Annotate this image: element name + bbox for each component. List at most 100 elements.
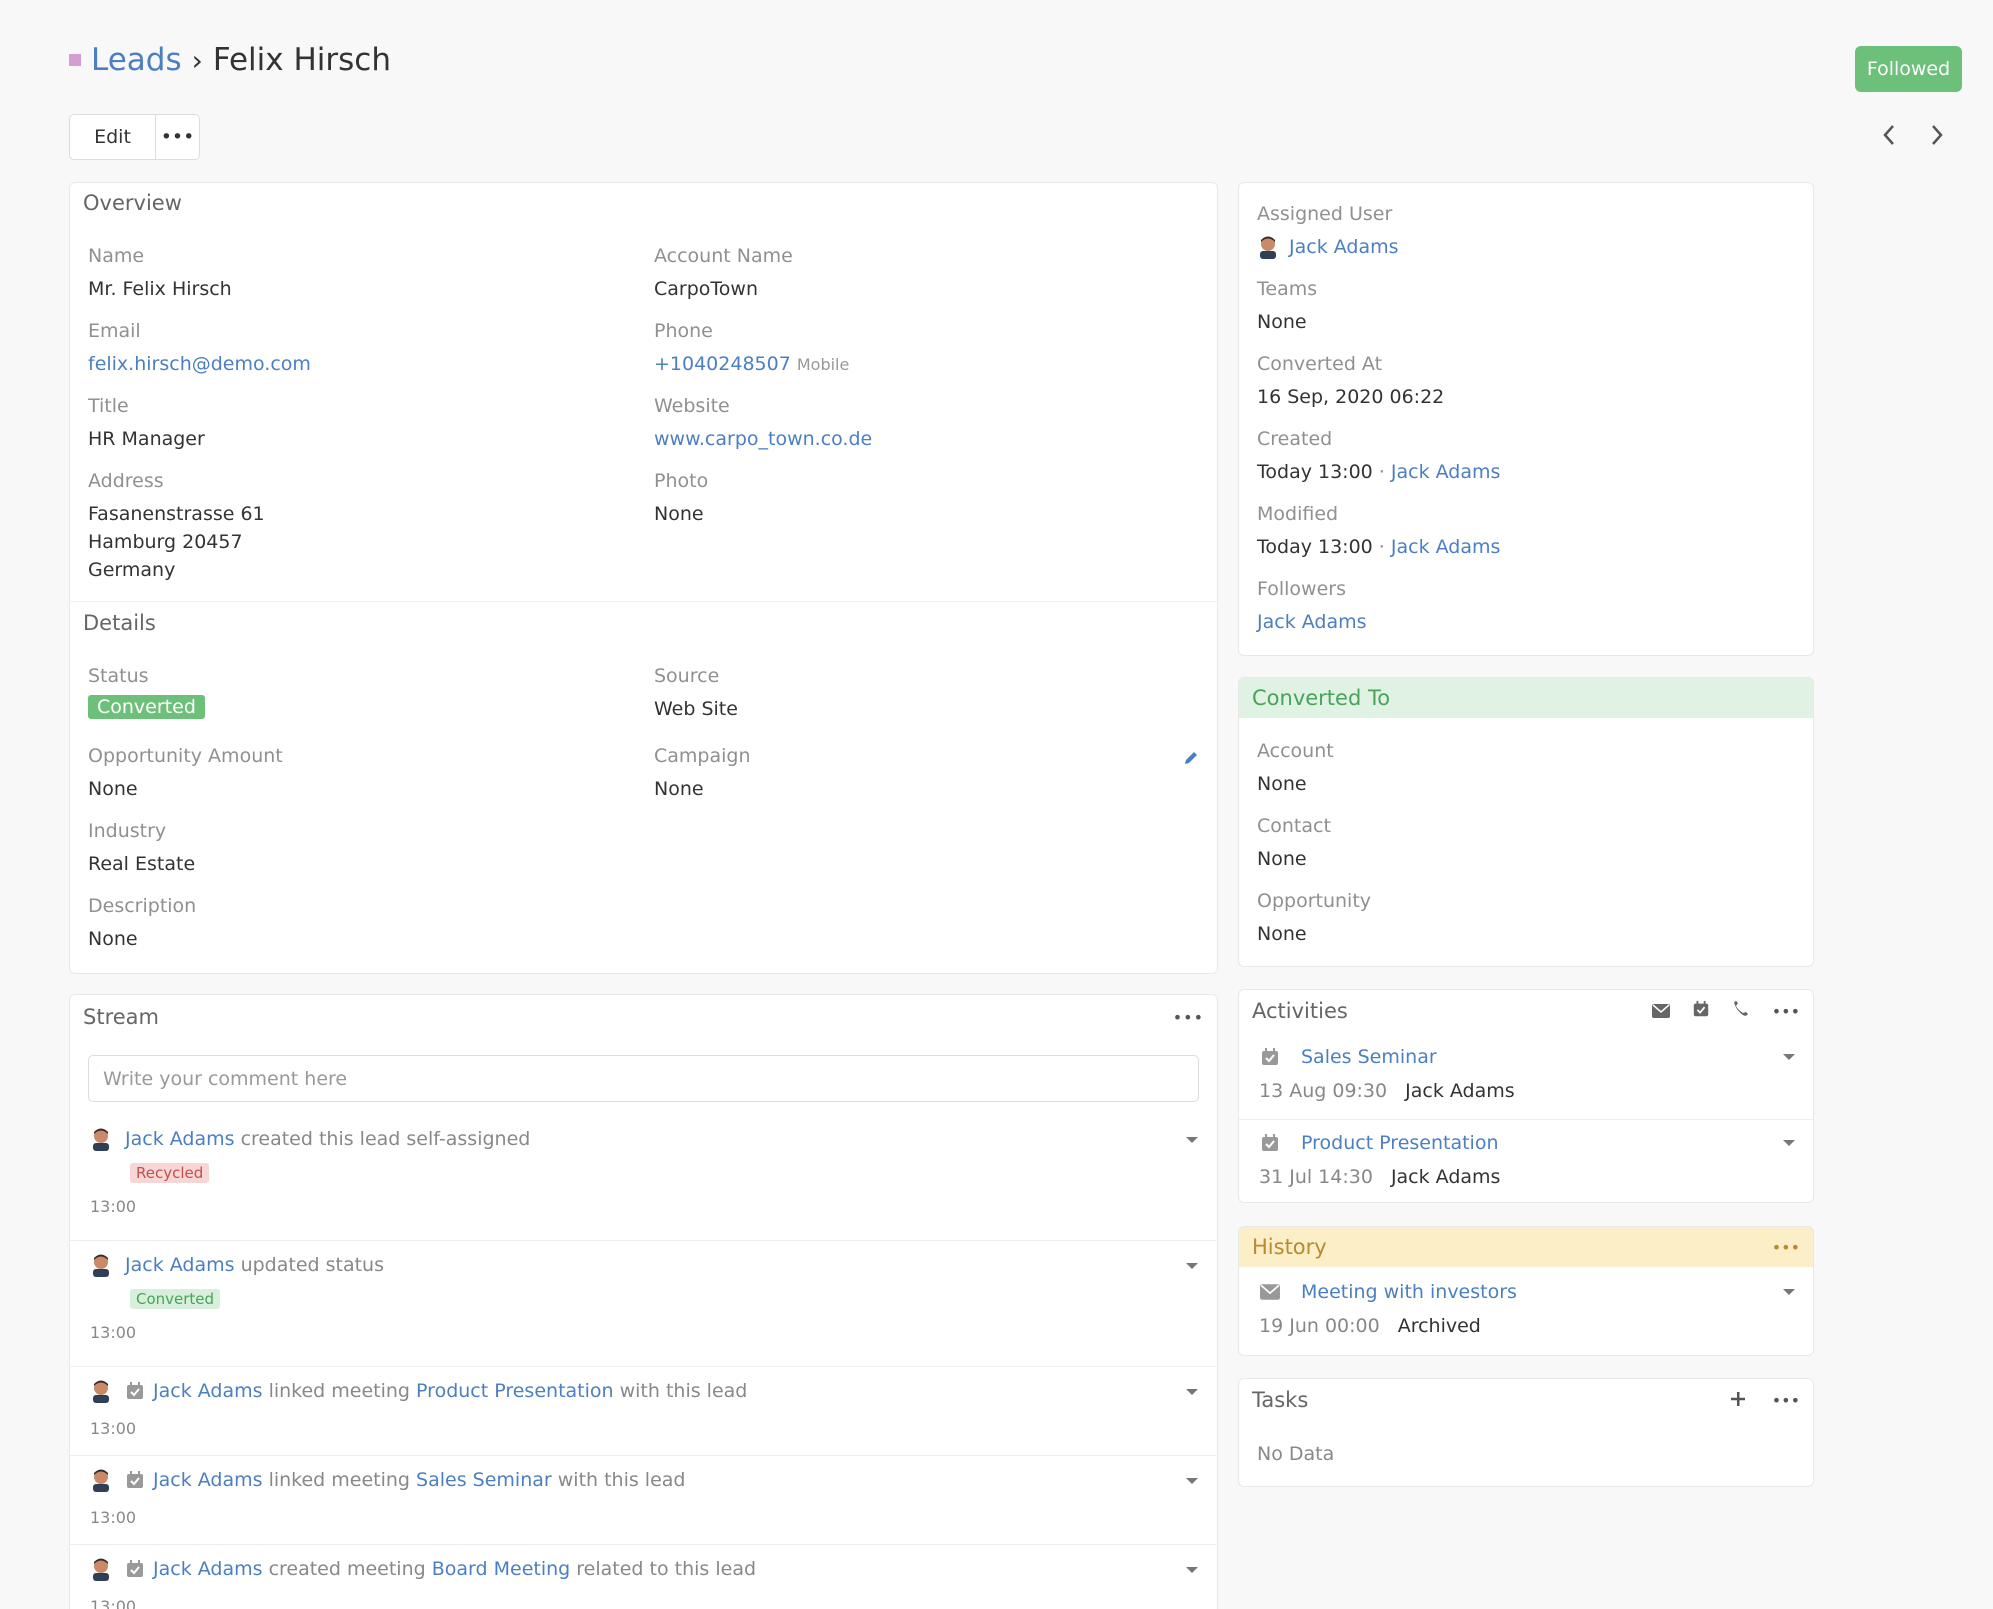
stream-item: Jack Adams created meeting Board Meeting… (70, 1544, 1216, 1609)
stream-user-link[interactable]: Jack Adams (125, 1128, 235, 1150)
meeting-link[interactable]: Product Presentation (416, 1380, 614, 1402)
record-action-buttons: Edit ••• (69, 114, 200, 160)
phone-link[interactable]: +1040248507 (654, 353, 791, 375)
email-icon (1259, 1281, 1281, 1303)
modified-field: Modified Today 13:00 · Jack Adams (1257, 503, 1501, 558)
compose-email-icon[interactable] (1651, 999, 1670, 1023)
assigned-user-link[interactable]: Jack Adams (1289, 233, 1399, 261)
tasks-menu-icon[interactable]: ••• (1772, 1391, 1800, 1410)
avatar (1257, 235, 1279, 259)
chevron-down-icon[interactable] (1186, 1263, 1198, 1269)
address-field: Address Fasanenstrasse 61 Hamburg 20457 … (88, 470, 265, 581)
chevron-down-icon[interactable] (1186, 1478, 1198, 1484)
edit-button[interactable]: Edit (69, 114, 156, 160)
converted-at-field: Converted At 16 Sep, 2020 06:22 (1257, 353, 1445, 408)
details-heading: Details (83, 611, 156, 635)
source-field: Source Web Site (654, 665, 738, 720)
activity-user: Jack Adams (1390, 1166, 1501, 1188)
stream-user-link[interactable]: Jack Adams (153, 1469, 263, 1491)
stream-item: Jack Adams created this lead self-assign… (70, 1115, 1216, 1240)
converted-contact-field: Contact None (1257, 815, 1331, 870)
phone-type: Mobile (796, 355, 850, 374)
stream-user-link[interactable]: Jack Adams (125, 1254, 235, 1276)
breadcrumb-leads-link[interactable]: Leads (91, 42, 182, 78)
status-badge: Recycled (130, 1163, 210, 1183)
email-link[interactable]: felix.hirsch@demo.com (88, 353, 311, 375)
calendar-icon (1259, 1132, 1281, 1154)
activity-item: Sales Seminar 13 Aug 09:30 Jack Adams (1239, 1032, 1813, 1119)
history-status: Archived (1397, 1315, 1481, 1337)
modified-by-link[interactable]: Jack Adams (1391, 536, 1501, 558)
created-field: Created Today 13:00 · Jack Adams (1257, 428, 1501, 483)
website-field: Website www.carpo_town.co.de (654, 395, 873, 450)
comment-input[interactable]: Write your comment here (88, 1055, 1199, 1102)
chevron-down-icon[interactable] (1186, 1137, 1198, 1143)
history-item: Meeting with investors 19 Jun 00:00 Archi… (1239, 1267, 1813, 1355)
chevron-down-icon[interactable] (1186, 1389, 1198, 1395)
website-link[interactable]: www.carpo_town.co.de (654, 428, 872, 450)
converted-account-field: Account None (1257, 740, 1334, 795)
stream-time: 13:00 (90, 1323, 137, 1342)
created-by-link[interactable]: Jack Adams (1391, 461, 1501, 483)
activities-heading: Activities ••• (1252, 999, 1800, 1023)
avatar (90, 1253, 112, 1277)
activity-link[interactable]: Product Presentation (1301, 1132, 1499, 1154)
stream-time: 13:00 (90, 1419, 137, 1438)
history-link[interactable]: Meeting with investors (1301, 1281, 1517, 1303)
tasks-heading: Tasks ••• (1252, 1388, 1800, 1412)
add-task-icon[interactable] (1730, 1388, 1746, 1412)
chevron-down-icon[interactable] (1783, 1054, 1795, 1060)
converted-opportunity-field: Opportunity None (1257, 890, 1372, 945)
next-record-icon[interactable] (1926, 118, 1948, 152)
log-call-icon[interactable] (1732, 999, 1750, 1023)
previous-record-icon[interactable] (1878, 118, 1900, 152)
calendar-icon (125, 1559, 145, 1579)
title-field: Title HR Manager (88, 395, 205, 450)
stream-time: 13:00 (90, 1197, 137, 1216)
campaign-field: Campaign None (654, 745, 751, 800)
overview-panel: Overview Name Mr. Felix Hirsch Account N… (69, 182, 1218, 974)
stream-panel: Stream ••• Write your comment here Jack … (69, 994, 1218, 1609)
activities-panel: Activities ••• Sales Seminar 13 Aug 09:3… (1238, 989, 1814, 1203)
status-badge: Converted (130, 1289, 221, 1309)
side-info-panel: Assigned User Jack Adams Teams None Conv… (1238, 182, 1814, 656)
history-heading: History ••• (1239, 1227, 1813, 1267)
stream-user-link[interactable]: Jack Adams (153, 1558, 263, 1580)
industry-field: Industry Real Estate (88, 820, 196, 875)
stream-item: Jack Adams linked meeting Sales Seminar … (70, 1455, 1216, 1544)
history-menu-icon[interactable]: ••• (1772, 1238, 1800, 1257)
name-field: Name Mr. Felix Hirsch (88, 245, 232, 300)
leads-scope-icon (69, 54, 81, 66)
stream-user-link[interactable]: Jack Adams (153, 1380, 263, 1402)
avatar (90, 1127, 112, 1151)
calendar-icon (125, 1381, 145, 1401)
avatar (90, 1557, 112, 1581)
photo-field: Photo None (654, 470, 709, 525)
edit-pencil-icon[interactable] (1182, 749, 1200, 772)
chevron-down-icon[interactable] (1186, 1567, 1198, 1573)
teams-field: Teams None (1257, 278, 1318, 333)
phone-field: Phone +1040248507 Mobile (654, 320, 850, 375)
schedule-meeting-icon[interactable] (1692, 999, 1710, 1023)
follower-link[interactable]: Jack Adams (1257, 611, 1367, 633)
more-actions-button[interactable]: ••• (156, 114, 200, 160)
page-title: Felix Hirsch (212, 42, 391, 78)
meeting-link[interactable]: Board Meeting (432, 1558, 570, 1580)
meeting-link[interactable]: Sales Seminar (416, 1469, 552, 1491)
activity-link[interactable]: Sales Seminar (1301, 1046, 1437, 1068)
opportunity-amount-field: Opportunity Amount None (88, 745, 283, 800)
chevron-down-icon[interactable] (1783, 1289, 1795, 1295)
stream-time: 13:00 (90, 1597, 137, 1609)
tasks-panel: Tasks ••• No Data (1238, 1378, 1814, 1487)
email-field: Email felix.hirsch@demo.com (88, 320, 311, 375)
calendar-icon (1259, 1046, 1281, 1068)
activities-menu-icon[interactable]: ••• (1772, 1002, 1800, 1021)
stream-menu-icon[interactable]: ••• (1173, 1008, 1204, 1027)
stream-heading: Stream ••• (83, 1005, 1204, 1029)
account-name-field: Account Name CarpoTown (654, 245, 793, 300)
stream-item: Jack Adams updated status Converted 13:0… (70, 1240, 1216, 1366)
history-panel: History ••• Meeting with investors 19 Ju… (1238, 1226, 1814, 1356)
assigned-user-field: Assigned User Jack Adams (1257, 203, 1399, 261)
chevron-down-icon[interactable] (1783, 1140, 1795, 1146)
followed-button[interactable]: Followed (1855, 46, 1962, 92)
